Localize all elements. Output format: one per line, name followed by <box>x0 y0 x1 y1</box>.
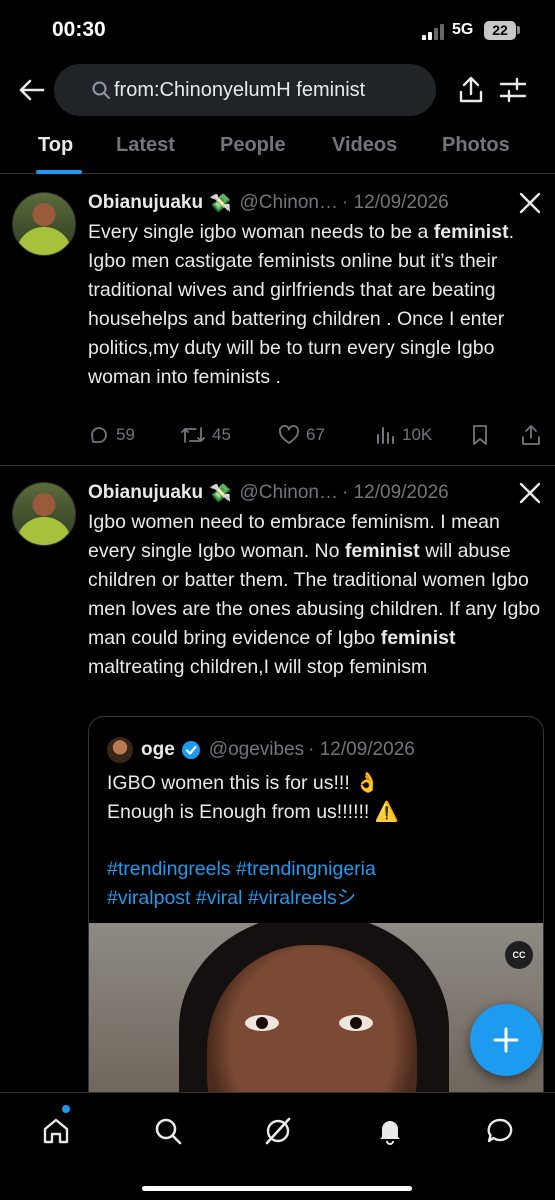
active-tab-indicator <box>36 170 82 174</box>
search-icon <box>92 81 110 99</box>
quoted-hashtags: #trendingreels #trendingnigeria #viralpo… <box>107 855 537 913</box>
quoted-author-name[interactable]: oge <box>141 739 175 761</box>
post-text: Every single igbo woman needs to be a fe… <box>88 221 514 388</box>
repost-count: 45 <box>212 425 231 444</box>
quoted-line-1: IGBO women this is for us!!! 👌 <box>107 772 380 794</box>
like-button[interactable]: 67 <box>278 424 325 446</box>
quoted-header: oge @ogevibes · 12/09/2026 <box>141 737 415 763</box>
nav-notifications[interactable] <box>370 1111 410 1151</box>
view-count: 10K <box>402 425 433 444</box>
repost-icon <box>181 427 205 443</box>
status-bar: 00:30 5G 22 <box>0 0 555 60</box>
notification-dot <box>62 1105 70 1113</box>
reply-button[interactable]: 59 <box>88 424 135 446</box>
post-header: Obianujuaku 💸 @Chinon… · 12/09/2026 <box>88 190 449 216</box>
search-tabs: Top Latest People Videos Photos <box>0 118 555 174</box>
x-logo-icon <box>519 192 541 214</box>
search-query: from:ChinonyelumH feminist <box>114 78 366 101</box>
quoted-text: IGBO women this is for us!!! 👌 Enough is… <box>107 769 537 827</box>
tab-photos[interactable]: Photos <box>442 134 510 157</box>
author-handle[interactable]: @Chinon… <box>240 482 339 504</box>
nav-explore[interactable] <box>148 1111 188 1151</box>
hashtag-line-1[interactable]: #trendingreels #trendingnigeria <box>107 855 537 884</box>
tab-latest[interactable]: Latest <box>116 134 175 157</box>
bookmark-button[interactable] <box>470 424 490 446</box>
post-date: · 12/09/2026 <box>342 192 449 213</box>
reply-icon <box>91 427 107 443</box>
back-arrow-icon <box>19 79 45 101</box>
battery-tip <box>517 26 520 34</box>
post-actions: 59 45 67 10K <box>88 424 548 454</box>
plus-icon <box>493 1027 519 1053</box>
name-emoji: 💸 <box>209 482 232 503</box>
like-icon <box>279 425 299 444</box>
tab-top[interactable]: Top <box>38 134 73 157</box>
x-logo-icon <box>519 482 541 504</box>
share-button[interactable] <box>454 70 488 110</box>
video-frame-eye <box>339 1015 373 1031</box>
post-header: Obianujuaku 💸 @Chinon… · 12/09/2026 <box>88 480 449 506</box>
nav-home[interactable] <box>36 1111 76 1151</box>
nav-messages[interactable] <box>480 1111 520 1151</box>
notifications-icon <box>380 1121 400 1145</box>
battery-indicator: 22 <box>484 21 516 40</box>
video-frame-eye <box>245 1015 279 1031</box>
signal-icon <box>422 24 448 40</box>
quoted-author-handle[interactable]: @ogevibes <box>209 739 304 761</box>
post-share-button[interactable] <box>520 424 542 446</box>
filter-button[interactable] <box>496 70 530 110</box>
quoted-date: · 12/09/2026 <box>308 739 415 760</box>
quoted-avatar[interactable] <box>107 737 133 763</box>
avatar[interactable] <box>12 482 76 546</box>
status-time: 00:30 <box>52 18 106 41</box>
messages-icon <box>487 1118 513 1143</box>
post-text: Igbo women need to embrace feminism. I m… <box>88 511 541 678</box>
home-icon <box>43 1118 69 1144</box>
author-handle[interactable]: @Chinon… <box>240 192 339 214</box>
author-name[interactable]: Obianujuaku <box>88 482 203 504</box>
filter-icon <box>499 77 527 103</box>
search-input[interactable]: from:ChinonyelumH feminist <box>54 64 436 116</box>
explore-icon <box>155 1118 182 1145</box>
nav-grok[interactable] <box>258 1111 298 1151</box>
post[interactable]: Obianujuaku 💸 @Chinon… · 12/09/2026 Ever… <box>0 176 555 466</box>
views-button[interactable]: 10K <box>374 424 432 446</box>
captions-button[interactable]: CC <box>505 941 533 969</box>
tab-people[interactable]: People <box>220 134 286 157</box>
verified-icon <box>181 741 200 759</box>
avatar[interactable] <box>12 192 76 256</box>
bookmark-icon <box>473 425 487 445</box>
home-indicator <box>142 1186 412 1191</box>
views-icon <box>377 427 394 444</box>
like-count: 67 <box>306 425 325 444</box>
back-button[interactable] <box>14 72 50 108</box>
repost-button[interactable]: 45 <box>180 424 231 446</box>
network-label: 5G <box>452 21 474 38</box>
bottom-nav <box>0 1092 555 1200</box>
reply-count: 59 <box>116 425 135 444</box>
tab-videos[interactable]: Videos <box>332 134 397 157</box>
name-emoji: 💸 <box>209 192 232 213</box>
quoted-line-2: Enough is Enough from us!!!!!! ⚠️ <box>107 801 400 823</box>
hashtag-line-2[interactable]: #viralpost #viral #viralreelsシ <box>107 884 537 913</box>
compose-button[interactable] <box>470 1004 542 1076</box>
post-date: · 12/09/2026 <box>342 482 449 503</box>
grok-icon <box>265 1117 291 1145</box>
share-icon <box>522 425 540 445</box>
share-icon <box>459 76 483 103</box>
author-name[interactable]: Obianujuaku <box>88 192 203 214</box>
